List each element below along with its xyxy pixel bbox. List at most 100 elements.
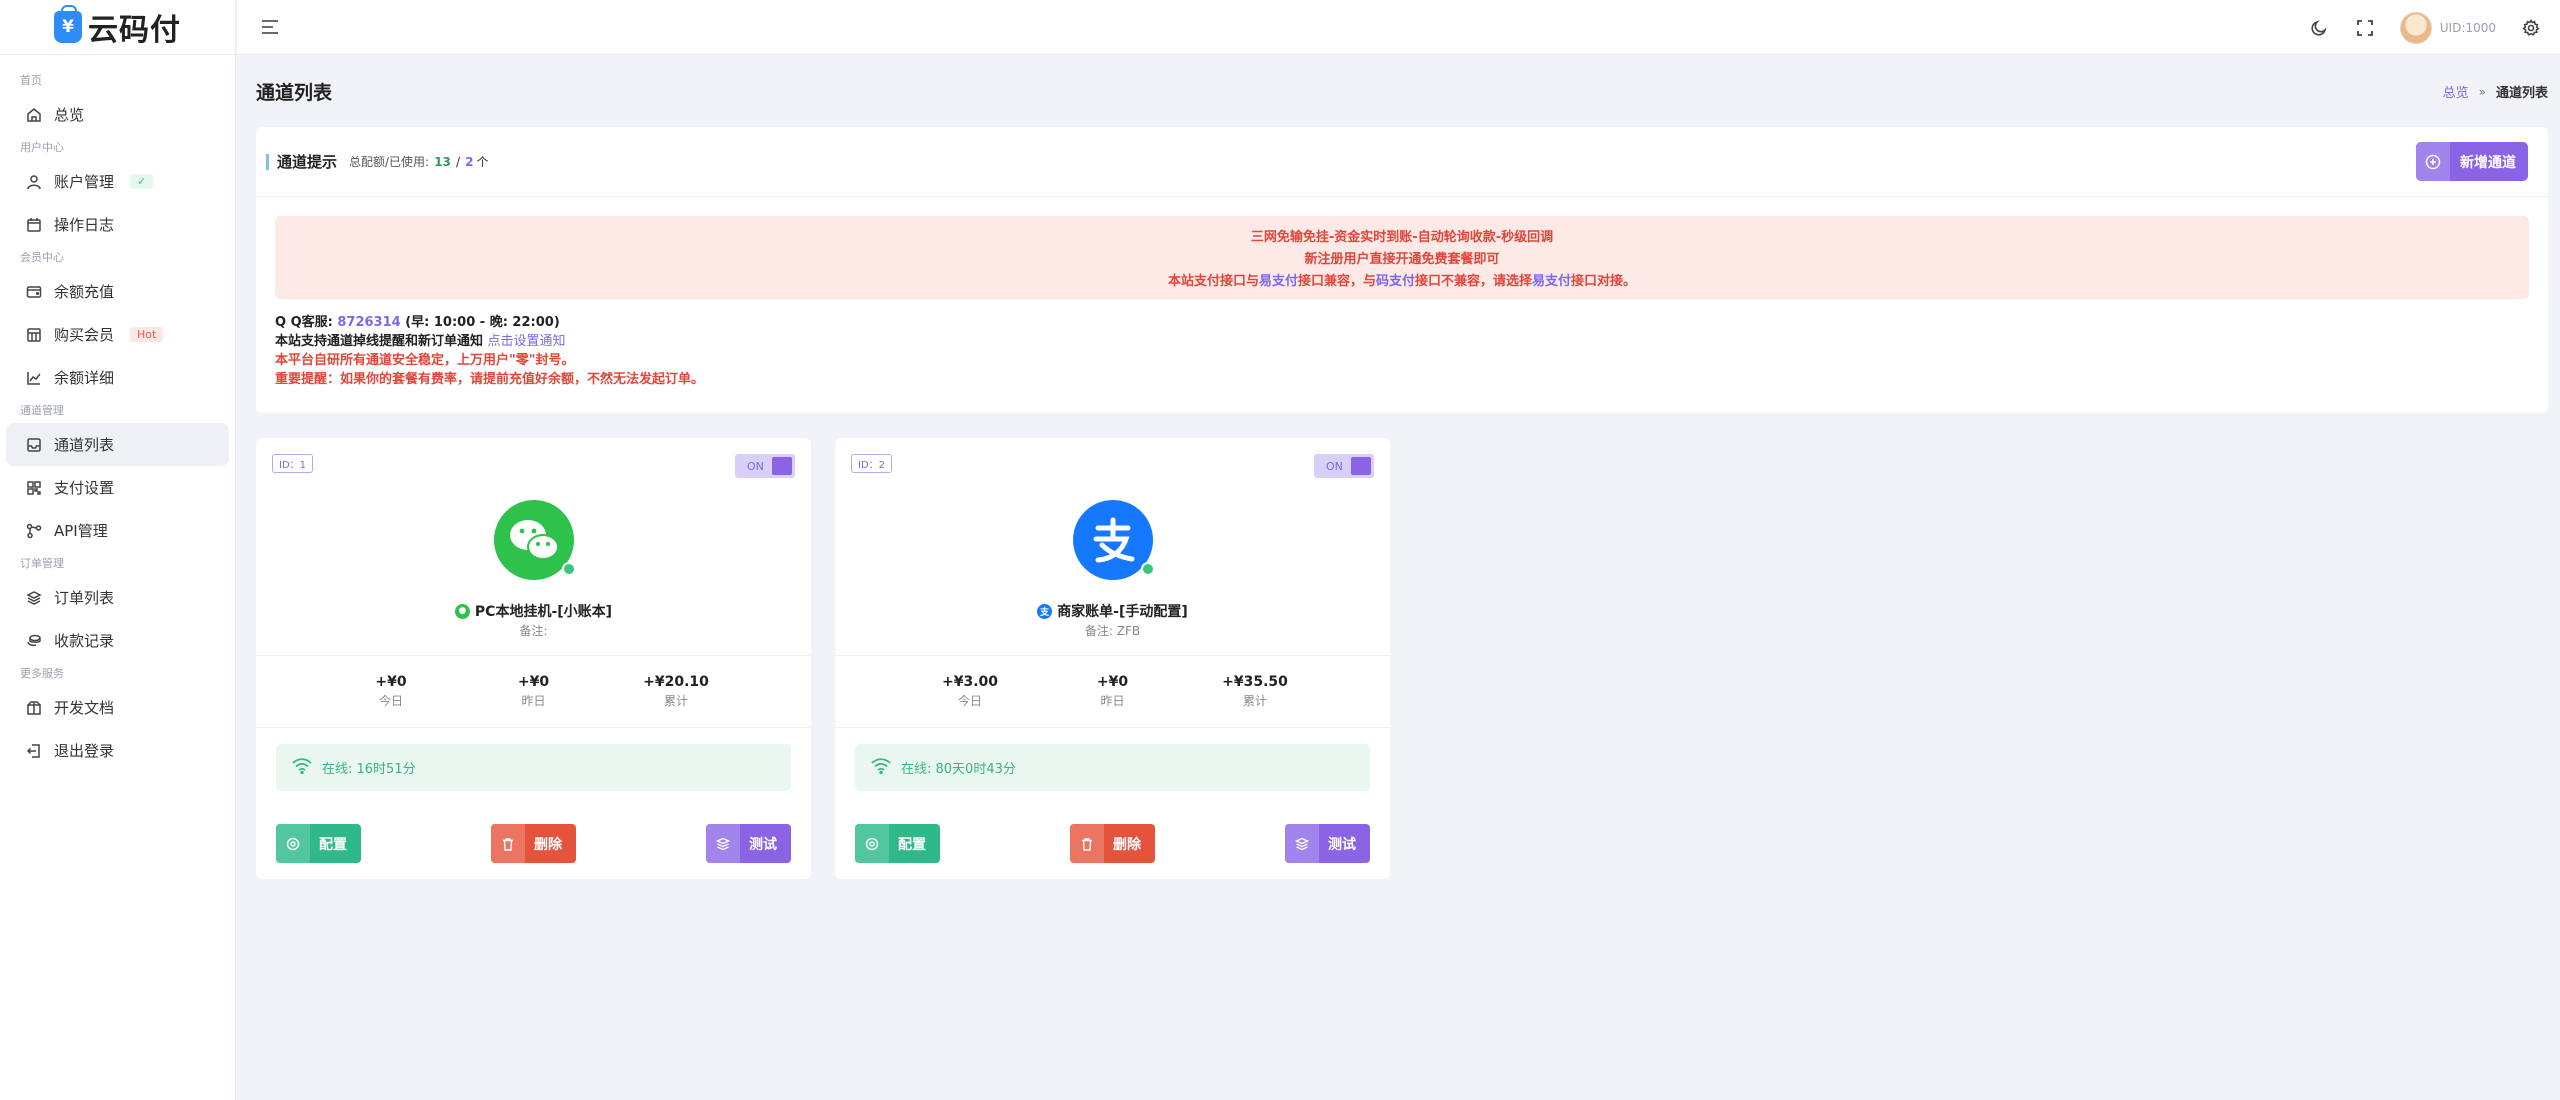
verified-badge: ✓ <box>130 174 154 189</box>
alert-line-1: 三网免输免挂-资金实时到账-自动轮询收款-秒级回调 <box>1250 230 1554 245</box>
sidebar-item-channel-list[interactable]: 通道列表 <box>6 423 229 466</box>
sidebar-item-label: 通道列表 <box>54 436 115 454</box>
channel-actions: 配置 删除 测试 <box>256 824 811 863</box>
header-actions: UID:1000 <box>2308 0 2542 55</box>
sidebar-item-receipts[interactable]: 收款记录 <box>6 619 229 662</box>
sidebar-item-dev-docs[interactable]: 开发文档 <box>6 686 229 729</box>
config-button[interactable]: 配置 <box>276 824 361 863</box>
important-reminder: 重要提醒：如果你的套餐有费率，请提前充值好余额，不然无法发起订单。 <box>275 372 705 387</box>
alert-text: 本站支付接口与 <box>1167 274 1259 289</box>
breadcrumb-current: 通道列表 <box>2495 86 2548 101</box>
sidebar-item-balance-detail[interactable]: 余额详细 <box>6 356 229 399</box>
nav-section-label: 通道管理 <box>20 404 64 417</box>
channel-enable-toggle[interactable]: ON <box>735 454 795 478</box>
online-status: 在线: 80天0时43分 <box>855 744 1370 791</box>
gear-icon[interactable] <box>2520 17 2542 39</box>
qq-hours: (早: 10:00 - 晚: 22:00) <box>405 315 560 330</box>
online-dot <box>561 562 576 576</box>
toggle-knob <box>772 457 792 475</box>
menu-toggle-icon[interactable] <box>259 16 281 38</box>
delete-button[interactable]: 删除 <box>491 824 576 863</box>
stat-label: 今日 <box>378 694 403 708</box>
add-channel-button[interactable]: 新增通道 <box>2416 142 2528 181</box>
test-button[interactable]: 测试 <box>1285 824 1370 863</box>
qq-support-line: Q Q客服: 8726314 (早: 10:00 - 晚: 22:00) <box>275 313 2529 332</box>
stat-label: 昨日 <box>521 694 546 708</box>
alert-highlight: 易支付 <box>1258 274 1298 289</box>
breadcrumb-home-link[interactable]: 总览 <box>2443 82 2469 101</box>
channel-enable-toggle[interactable]: ON <box>1314 454 1374 478</box>
stat-today: +¥0 今日 <box>336 674 446 709</box>
sidebar-item-account[interactable]: 账户管理 ✓ <box>6 160 229 203</box>
test-button[interactable]: 测试 <box>706 824 791 863</box>
stat-value: +¥0 <box>517 674 550 690</box>
support-text: 本站支持通道掉线提醒和新订单通知 <box>275 334 484 349</box>
stat-value: +¥3.00 <box>941 674 998 690</box>
sidebar-item-label: API管理 <box>54 522 108 540</box>
brand-logo[interactable]: ¥ 云码付 <box>0 0 235 55</box>
sidebar-item-logout[interactable]: 退出登录 <box>6 729 229 772</box>
alert-text: 接口对接。 <box>1571 274 1637 289</box>
sidebar-item-label: 账户管理 <box>54 173 115 191</box>
sidebar-item-label: 余额详细 <box>54 369 115 387</box>
channel-card-header: ID：2 ON 支 商家账单-[手动配置] 备注: ZFB <box>835 438 1390 656</box>
alert-text: 接口不兼容，请选择 <box>1415 274 1533 289</box>
button-label: 删除 <box>1113 836 1141 853</box>
toggle-label: ON <box>747 459 764 473</box>
notice-info: Q Q客服: 8726314 (早: 10:00 - 晚: 22:00) 本站支… <box>256 299 2548 403</box>
sidebar-nav: 首页 总览 用户中心 账户管理 ✓ 操作日志 会员中心 余额充值 购买会员 Ho… <box>0 55 235 772</box>
sidebar-item-label: 总览 <box>54 106 85 124</box>
add-channel-label: 新增通道 <box>2460 154 2516 171</box>
wechat-logo-icon <box>493 500 576 580</box>
wifi-icon <box>871 757 891 778</box>
sidebar-item-label: 收款记录 <box>54 632 115 650</box>
sidebar-item-recharge[interactable]: 余额充值 <box>6 270 229 313</box>
avatar <box>2399 11 2432 44</box>
stat-value: +¥0 <box>375 674 407 690</box>
sidebar-item-label: 余额充值 <box>54 283 115 301</box>
calendar-icon <box>26 217 42 233</box>
sidebar-item-logs[interactable]: 操作日志 <box>6 203 229 246</box>
online-dot <box>1140 562 1155 576</box>
sidebar-item-overview[interactable]: 总览 <box>6 93 229 136</box>
sidebar-item-label: 支付设置 <box>54 479 115 497</box>
sidebar-item-label: 购买会员 <box>54 326 115 344</box>
layers-icon <box>1285 824 1319 863</box>
layers-icon <box>706 824 740 863</box>
sidebar-item-api-management[interactable]: API管理 <box>6 509 229 552</box>
safety-text: 本平台自研所有通道安全稳定，上万用户"零"封号。 <box>275 353 575 368</box>
sidebar-item-order-list[interactable]: 订单列表 <box>6 576 229 619</box>
notification-line: 本站支持通道掉线提醒和新订单通知 点击设置通知 <box>275 332 2529 351</box>
wallet-icon <box>26 284 42 300</box>
button-label: 配置 <box>898 836 926 853</box>
alipay-small-icon: 支 <box>1037 603 1053 619</box>
quota-unit: 个 <box>476 155 489 169</box>
grid-icon <box>26 480 42 496</box>
online-duration: 在线: 80天0时43分 <box>901 762 1016 777</box>
qq-number[interactable]: 8726314 <box>337 315 400 330</box>
sidebar-item-label: 操作日志 <box>54 216 115 234</box>
stat-total: +¥35.50 累计 <box>1200 674 1310 709</box>
delete-button[interactable]: 删除 <box>1070 824 1155 863</box>
user-menu[interactable]: UID:1000 <box>2399 11 2496 44</box>
dark-mode-icon[interactable] <box>2308 17 2330 39</box>
wifi-icon <box>292 757 312 778</box>
channel-name: 商家账单-[手动配置] <box>1057 604 1188 620</box>
channel-card: ID：2 ON 支 商家账单-[手动配置] 备注: ZFB +¥3.00 今日 +… <box>835 438 1390 879</box>
plus-circle-icon <box>2416 142 2450 181</box>
alipay-logo-icon <box>1072 500 1155 580</box>
stat-value: +¥20.10 <box>643 674 709 690</box>
sidebar-item-buy-membership[interactable]: 购买会员 Hot <box>6 313 229 356</box>
stat-label: 累计 <box>663 694 688 708</box>
sidebar-item-payment-settings[interactable]: 支付设置 <box>6 466 229 509</box>
user-icon <box>26 174 42 190</box>
nodes-icon <box>26 523 42 539</box>
channel-id-tag: ID：2 <box>851 454 893 473</box>
config-button[interactable]: 配置 <box>855 824 940 863</box>
stat-label: 今日 <box>957 694 982 708</box>
channel-stats: +¥3.00 今日 +¥0 昨日 +¥35.50 累计 <box>835 656 1390 728</box>
sidebar-item-label: 订单列表 <box>54 589 115 607</box>
settings-icon <box>276 824 310 863</box>
fullscreen-icon[interactable] <box>2354 17 2376 39</box>
notification-settings-link[interactable]: 点击设置通知 <box>488 334 566 349</box>
